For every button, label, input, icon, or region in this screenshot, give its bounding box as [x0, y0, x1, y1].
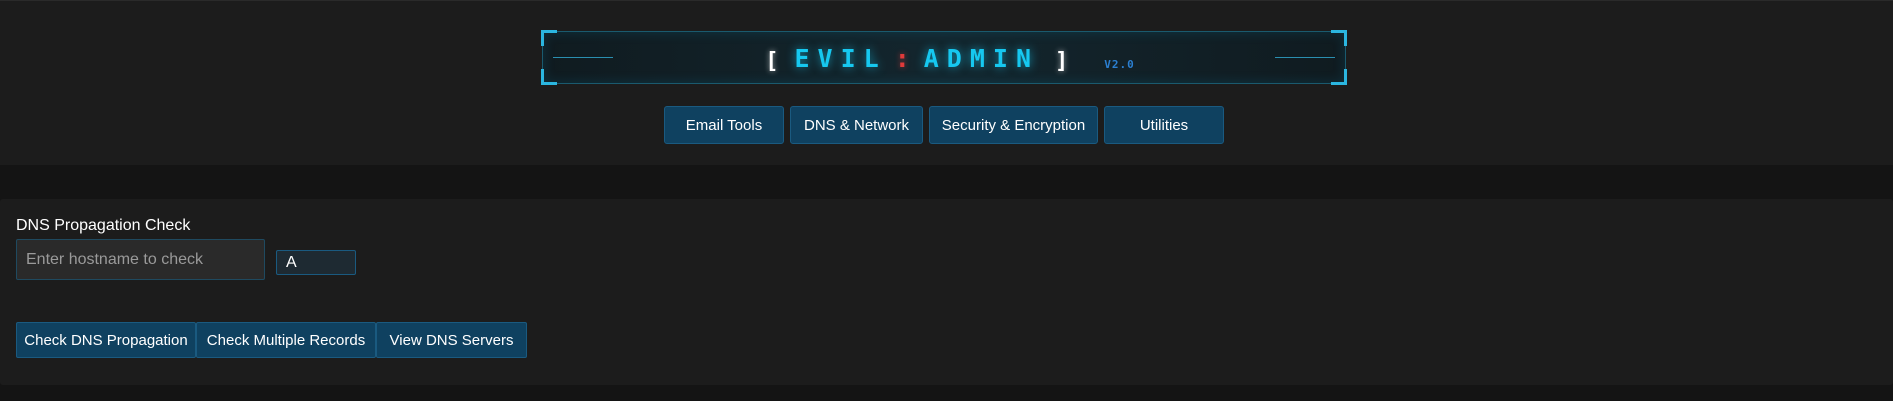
nav-security-encryption-button[interactable]: Security & Encryption [929, 106, 1098, 144]
logo-banner: [ EVIL : ADMIN ] V2.0 [541, 30, 1347, 85]
check-multiple-records-button[interactable]: Check Multiple Records [196, 322, 376, 358]
logo-bracket-close: ] [1055, 49, 1069, 74]
dns-propagation-panel: DNS Propagation Check Enter hostname to … [0, 199, 1893, 385]
hostname-input[interactable]: Enter hostname to check [16, 239, 265, 280]
logo-separator: : [894, 44, 910, 73]
check-dns-propagation-button[interactable]: Check DNS Propagation [16, 322, 196, 358]
record-type-select[interactable]: A [276, 250, 356, 275]
logo-word-admin: ADMIN [923, 44, 1040, 73]
view-dns-servers-button[interactable]: View DNS Servers [376, 322, 527, 358]
logo-bracket-open: [ [765, 49, 779, 74]
app-header: [ EVIL : ADMIN ] V2.0 Email Tools DNS & … [0, 0, 1893, 165]
nav-dns-network-button[interactable]: DNS & Network [790, 106, 923, 144]
main-nav: Email Tools DNS & Network Security & Enc… [0, 106, 1893, 144]
version-label: V2.0 [1104, 58, 1135, 71]
logo-word-evil: EVIL [794, 44, 887, 73]
logo: [ EVIL : ADMIN ] V2.0 [543, 32, 1347, 85]
nav-utilities-button[interactable]: Utilities [1104, 106, 1224, 144]
nav-email-tools-button[interactable]: Email Tools [664, 106, 784, 144]
panel-title: DNS Propagation Check [16, 217, 191, 234]
